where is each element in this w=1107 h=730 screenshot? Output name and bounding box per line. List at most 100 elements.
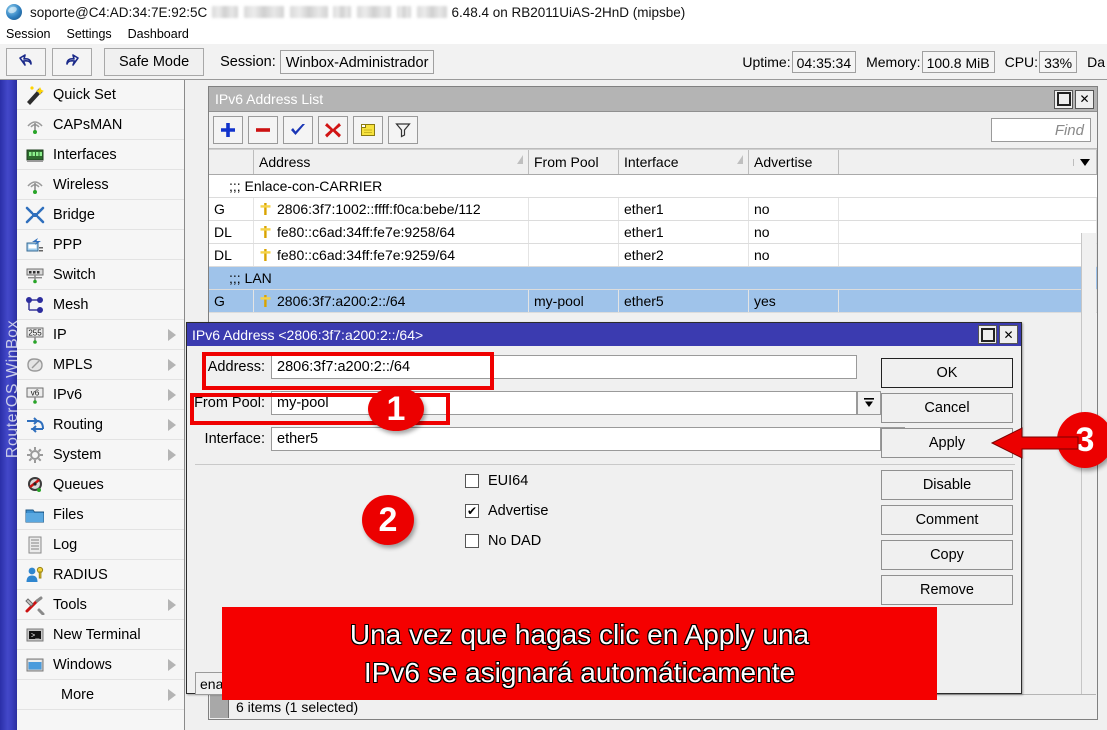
- sidebar-item-label: Windows: [53, 657, 112, 673]
- from-pool-dropdown-button[interactable]: [857, 391, 881, 415]
- table-row[interactable]: DLfe80::c6ad:34ff:fe7e:9258/64ether1no: [209, 221, 1097, 244]
- sidebar-item-mesh[interactable]: Mesh: [17, 290, 184, 320]
- column-address[interactable]: Address: [254, 150, 529, 174]
- dialog-window-buttons: ✕: [976, 325, 1021, 344]
- comment-button[interactable]: Comment: [881, 505, 1013, 535]
- comment-button[interactable]: [353, 116, 383, 144]
- sidebar-menu: Quick SetCAPsMANInterfaces Wireless Bridge…: [17, 80, 185, 730]
- sidebar-item-label: Tools: [53, 597, 87, 613]
- row-address: 2806:3f7:1002::ffff:f0ca:bebe/112: [254, 198, 529, 220]
- sidebar-item-files[interactable]: Files: [17, 500, 184, 530]
- sidebar-item-label: New Terminal: [53, 627, 141, 643]
- svg-text:255: 255: [28, 328, 42, 337]
- sidebar-item-label: PPP: [53, 237, 82, 253]
- advertise-label: Advertise: [488, 503, 548, 519]
- row-interface: ether1: [619, 198, 749, 220]
- menu-bar: Session Settings Dashboard: [0, 24, 1107, 44]
- sidebar-item-more[interactable]: More: [17, 680, 184, 710]
- winbox-globe-icon: [6, 4, 22, 20]
- copy-button[interactable]: Copy: [881, 540, 1013, 570]
- chevron-down-icon: [862, 396, 876, 410]
- date-label-partial: Da: [1087, 54, 1105, 70]
- remove-button[interactable]: [248, 116, 278, 144]
- sidebar-item-mpls[interactable]: MPLS: [17, 350, 184, 380]
- antenna-icon: [23, 114, 47, 136]
- no-dad-checkbox[interactable]: [465, 534, 479, 548]
- sidebar-item-ip[interactable]: 255IP: [17, 320, 184, 350]
- redacted-block: [290, 6, 328, 18]
- magic-wand-icon: [23, 84, 47, 106]
- menu-item-session[interactable]: Session: [6, 27, 50, 41]
- filter-button[interactable]: [388, 116, 418, 144]
- address-input[interactable]: 2806:3f7:a200:2::/64: [271, 355, 857, 379]
- column-advertise[interactable]: Advertise: [749, 150, 839, 174]
- badge-1: 1: [368, 387, 424, 431]
- row-address-text: fe80::c6ad:34ff:fe7e:9258/64: [277, 224, 455, 240]
- undo-button[interactable]: [6, 48, 46, 76]
- row-flags: G: [209, 290, 254, 312]
- disable-button[interactable]: Disable: [881, 470, 1013, 500]
- close-icon[interactable]: ✕: [999, 325, 1018, 344]
- from-pool-input[interactable]: my-pool: [271, 391, 857, 415]
- column-chooser-button[interactable]: [1073, 159, 1096, 166]
- sidebar-item-log[interactable]: Log: [17, 530, 184, 560]
- sidebar-item-bridge[interactable]: Bridge: [17, 200, 184, 230]
- column-from-pool[interactable]: From Pool: [529, 150, 619, 174]
- sidebar-item-ipv6[interactable]: v6IPv6: [17, 380, 184, 410]
- ip-255-icon: 255: [23, 324, 47, 346]
- sidebar-item-windows[interactable]: Windows: [17, 650, 184, 680]
- sidebar-item-tools[interactable]: Tools: [17, 590, 184, 620]
- remove-button[interactable]: Remove: [881, 575, 1013, 605]
- sidebar-item-new-terminal[interactable]: >_New Terminal: [17, 620, 184, 650]
- safe-mode-button[interactable]: Safe Mode: [104, 48, 204, 76]
- sidebar-item-label: Wireless: [53, 177, 109, 193]
- advertise-checkbox[interactable]: ✔: [465, 504, 479, 518]
- row-from-pool: [529, 244, 619, 266]
- sidebar-item-system[interactable]: System: [17, 440, 184, 470]
- session-value-field[interactable]: Winbox-Administrador: [280, 50, 435, 74]
- close-icon[interactable]: ✕: [1075, 90, 1094, 109]
- eui64-checkbox[interactable]: [465, 474, 479, 488]
- dialog-titlebar[interactable]: IPv6 Address <2806:3f7:a200:2::/64> ✕: [187, 323, 1021, 346]
- table-row[interactable]: G2806:3f7:a200:2::/64my-poolether5yes: [209, 290, 1097, 313]
- add-button[interactable]: [213, 116, 243, 144]
- switch-icon: [23, 264, 47, 286]
- interface-input[interactable]: ether5: [271, 427, 881, 451]
- chevron-right-icon: [168, 689, 176, 701]
- sidebar-item-radius[interactable]: RADIUS: [17, 560, 184, 590]
- uptime-label: Uptime:: [742, 54, 790, 70]
- queues-gauge-icon: [23, 474, 47, 496]
- enable-button[interactable]: [283, 116, 313, 144]
- eui64-label: EUI64: [488, 473, 528, 489]
- list-window-titlebar[interactable]: IPv6 Address List ✕: [209, 87, 1097, 112]
- maximize-icon[interactable]: [1054, 90, 1073, 109]
- ok-button[interactable]: OK: [881, 358, 1013, 388]
- sidebar-item-quick-set[interactable]: Quick Set: [17, 80, 184, 110]
- sidebar-item-routing[interactable]: Routing: [17, 410, 184, 440]
- table-row[interactable]: G2806:3f7:1002::ffff:f0ca:bebe/112ether1…: [209, 198, 1097, 221]
- redacted-block: [333, 6, 351, 18]
- address-pin-icon: [259, 294, 272, 308]
- row-address: fe80::c6ad:34ff:fe7e:9258/64: [254, 221, 529, 243]
- menu-item-dashboard[interactable]: Dashboard: [128, 27, 189, 41]
- check-icon: [289, 121, 307, 139]
- menu-item-settings[interactable]: Settings: [66, 27, 111, 41]
- redacted-block: [212, 6, 238, 18]
- sidebar-item-ppp[interactable]: PPP: [17, 230, 184, 260]
- sidebar-item-interfaces[interactable]: Interfaces: [17, 140, 184, 170]
- find-input[interactable]: Find: [991, 118, 1091, 142]
- table-row[interactable]: DLfe80::c6ad:34ff:fe7e:9259/64ether2no: [209, 244, 1097, 267]
- row-comment: ;;; Enlace-con-CARRIER: [209, 175, 1097, 197]
- column-interface[interactable]: Interface: [619, 150, 749, 174]
- table-row[interactable]: ;;; Enlace-con-CARRIER: [209, 175, 1097, 198]
- disable-button[interactable]: [318, 116, 348, 144]
- sidebar-item-switch[interactable]: Switch: [17, 260, 184, 290]
- sidebar-item-queues[interactable]: Queues: [17, 470, 184, 500]
- table-row[interactable]: ;;; LAN: [209, 267, 1097, 290]
- network-card-icon: [23, 144, 47, 166]
- sidebar-item-capsman[interactable]: CAPsMAN: [17, 110, 184, 140]
- sidebar-item-wireless[interactable]: Wireless: [17, 170, 184, 200]
- left-arrow-icon: [990, 418, 1080, 468]
- redo-button[interactable]: [52, 48, 92, 76]
- maximize-icon[interactable]: [978, 325, 997, 344]
